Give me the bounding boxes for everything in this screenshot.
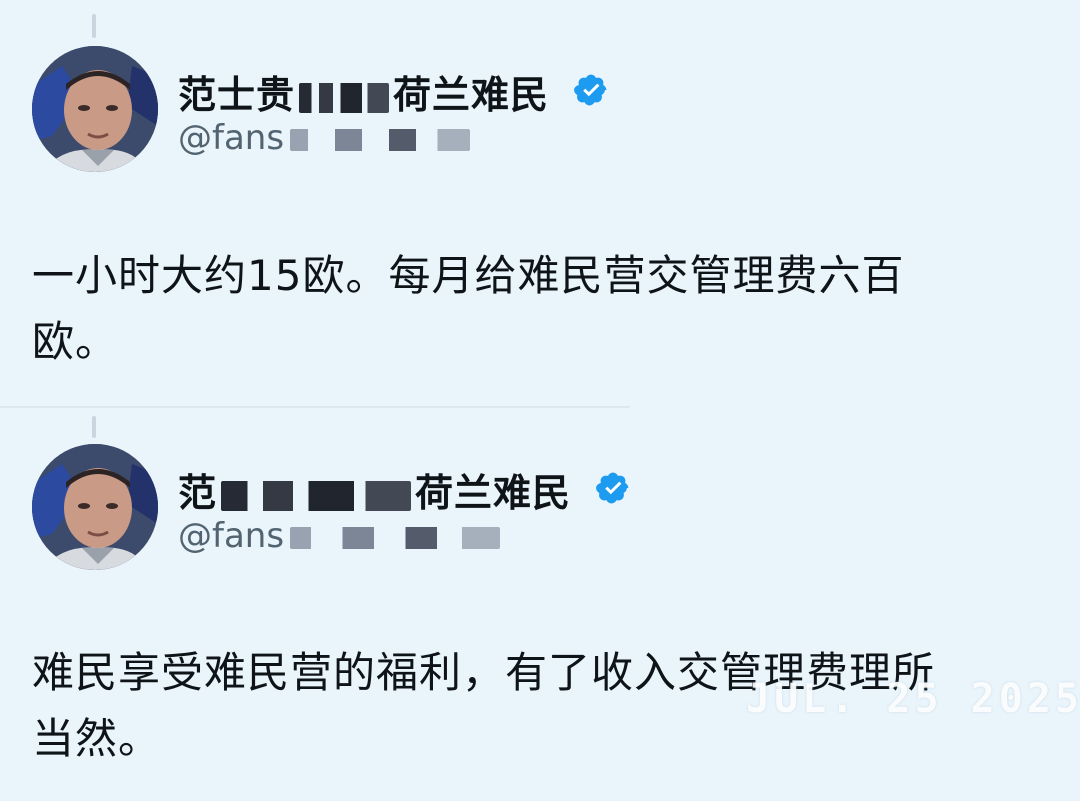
display-name-prefix: 范 [178,471,218,515]
avatar-photo-icon [32,444,158,570]
verified-badge-icon [595,470,631,515]
thread-line-top [92,14,96,38]
avatar[interactable] [32,444,158,570]
user-handle[interactable]: @fans [178,118,471,158]
verified-badge-icon [573,72,609,117]
tweet-text-line: 欧。 [32,317,119,366]
tweet-text: 一小时大约15欧。每月给难民营交管理费六百 欧。 [32,243,1042,375]
display-name[interactable]: 范士贵 荷兰难民 [178,64,609,120]
display-name[interactable]: 范 荷兰难民 [178,462,631,518]
redaction-block [299,82,390,113]
divider [0,406,630,408]
user-handle[interactable]: @fans [178,516,501,556]
handle-prefix: @fans [178,516,285,556]
date-watermark: JUL. 25 2025 [746,676,1080,722]
display-name-suffix: 荷兰难民 [415,471,572,515]
avatar[interactable] [32,46,158,172]
tweet-text-line: 一小时大约15欧。每月给难民营交管理费六百 [32,251,905,300]
thread-line-middle [92,416,96,438]
redaction-block [221,480,412,511]
handle-prefix: @fans [178,118,285,158]
screenshot-canvas: 范士贵荷兰难民 @fans 一小时大约15欧。每月给难民营交管理费六百 欧。 [0,0,1080,801]
display-name-prefix: 范士贵 [178,73,296,117]
redaction-block [290,128,471,151]
avatar-photo-icon [32,46,158,172]
redaction-block [290,526,501,549]
display-name-suffix: 荷兰难民 [393,73,550,117]
